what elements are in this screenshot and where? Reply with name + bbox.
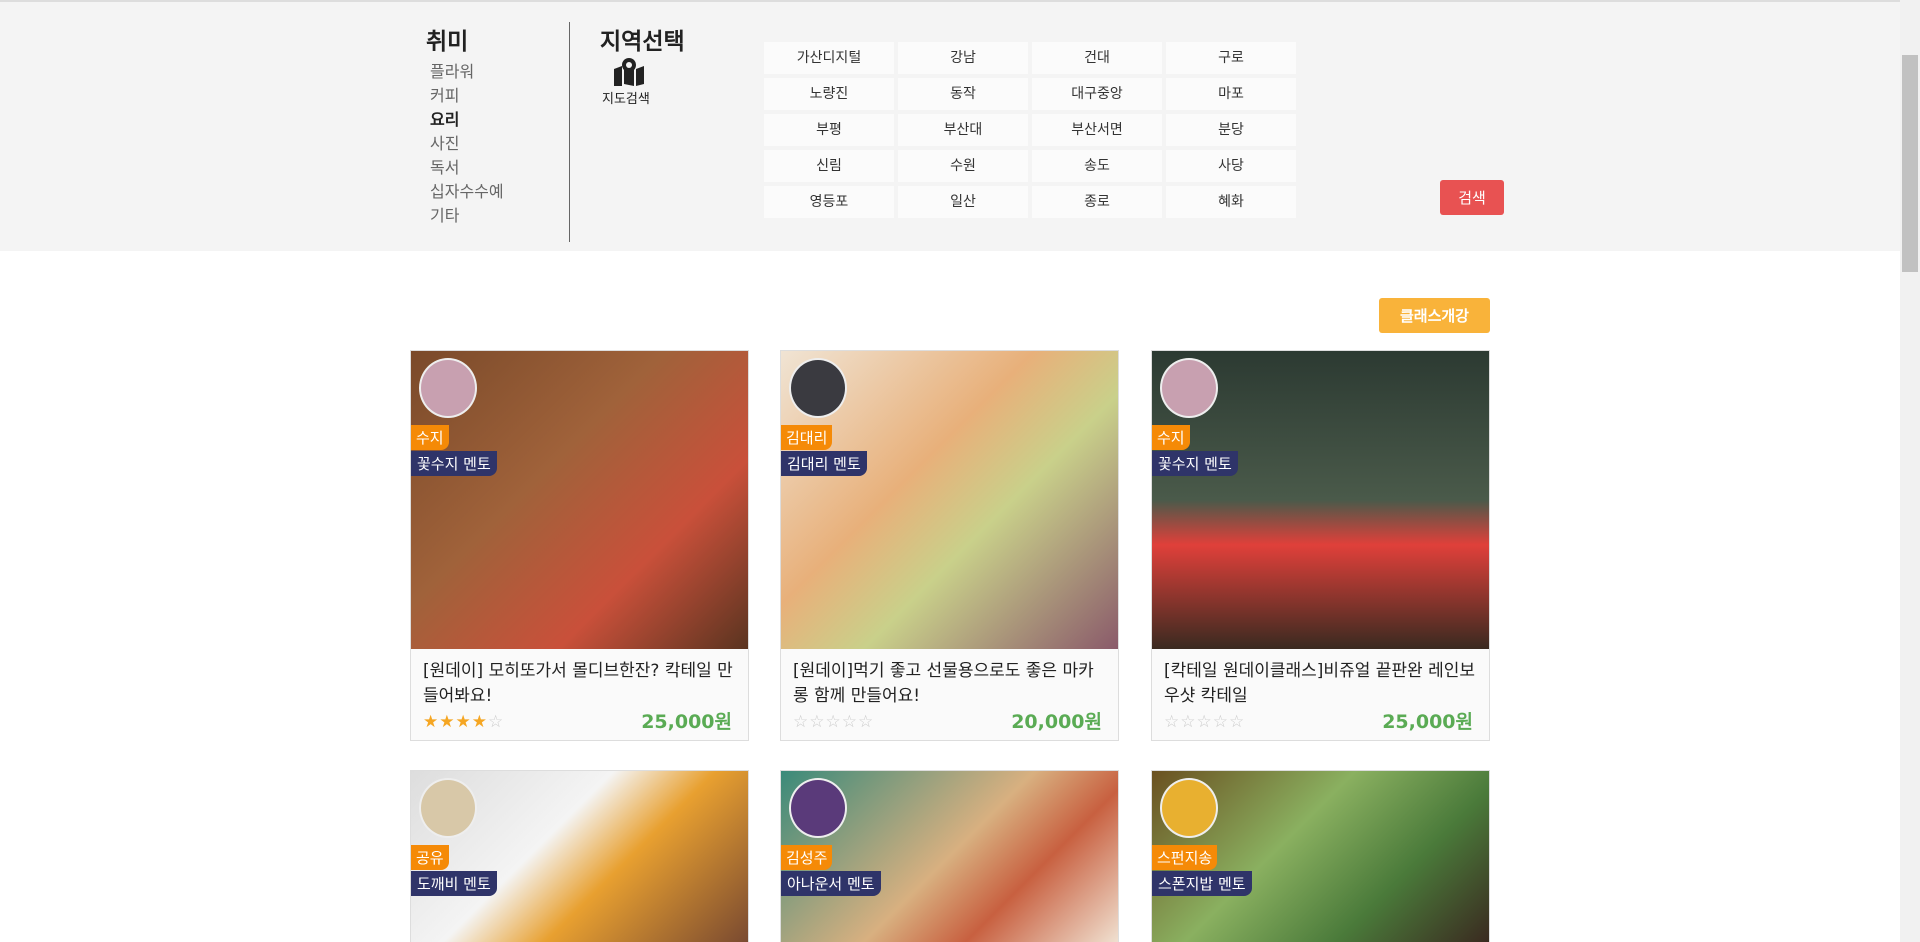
hobby-item[interactable]: 플라워 (430, 60, 550, 84)
open-class-button[interactable]: 클래스개강 (1379, 298, 1490, 333)
map-pin-icon[interactable] (612, 57, 646, 87)
star-icon: ☆ (1196, 712, 1213, 732)
class-image: 김성주 아나운서 멘토 (781, 771, 1118, 942)
region-option[interactable]: 동작 (898, 78, 1028, 110)
search-button[interactable]: 검색 (1440, 180, 1504, 215)
region-option[interactable]: 신림 (764, 150, 894, 182)
region-option[interactable]: 부평 (764, 114, 894, 146)
hobby-list: 플라워 커피 요리 사진 독서 십자수수예 기타 (430, 60, 550, 228)
region-option[interactable]: 종로 (1032, 186, 1162, 218)
region-option[interactable]: 구로 (1166, 42, 1296, 74)
region-option[interactable]: 영등포 (764, 186, 894, 218)
mentor-avatar (789, 358, 847, 418)
rating-stars: ☆☆☆☆☆ (1164, 712, 1245, 732)
star-icon: ☆ (841, 712, 858, 732)
region-option[interactable]: 노량진 (764, 78, 894, 110)
class-card[interactable]: 수지 꽃수지 멘토 [원데이] 모히또가서 몰디브한잔? 칵테일 만들어봐요! ★… (410, 350, 749, 741)
divider (569, 22, 570, 242)
map-search-link[interactable]: 지도검색 (602, 88, 650, 107)
mentor-name-badge: 공유 (411, 845, 449, 870)
class-price: 20,000원 (1011, 711, 1102, 733)
region-option[interactable]: 마포 (1166, 78, 1296, 110)
mentor-name-badge: 수지 (1152, 425, 1190, 450)
rating-stars: ☆☆☆☆☆ (793, 712, 874, 732)
mentor-title-badge: 김대리 멘토 (781, 451, 867, 476)
class-card[interactable]: 김대리 김대리 멘토 [원데이]먹기 좋고 선물용으로도 좋은 마카롱 함께 만들… (780, 350, 1119, 741)
class-image: 수지 꽃수지 멘토 (1152, 351, 1489, 649)
class-card[interactable]: 수지 꽃수지 멘토 [칵테일 원데이클래스]비쥬얼 끝판완 레인보우샷 칵테일 ☆… (1151, 350, 1490, 741)
star-icon: ☆ (1229, 712, 1246, 732)
class-title: [원데이] 모히또가서 몰디브한잔? 칵테일 만들어봐요! (423, 661, 733, 706)
class-image: 스펀지송 스폰지밥 멘토 (1152, 771, 1489, 942)
hobby-item[interactable]: 사진 (430, 132, 550, 156)
hobby-item[interactable]: 십자수수예 (430, 180, 550, 204)
hobby-item[interactable]: 기타 (430, 204, 550, 228)
star-icon: ★ (439, 712, 456, 732)
mentor-avatar (419, 358, 477, 418)
filter-panel: 취미 플라워 커피 요리 사진 독서 십자수수예 기타 지역선택 지도검색 가산디지털 강남 건… (0, 2, 1900, 251)
star-icon: ★ (423, 712, 440, 732)
star-icon: ☆ (858, 712, 875, 732)
star-icon: ☆ (1180, 712, 1197, 732)
mentor-avatar (1160, 778, 1218, 838)
star-icon: ☆ (1212, 712, 1229, 732)
region-option[interactable]: 혜화 (1166, 186, 1296, 218)
region-option[interactable]: 가산디지털 (764, 42, 894, 74)
class-price: 25,000원 (641, 711, 732, 733)
star-icon: ★ (471, 712, 488, 732)
mentor-name-badge: 김성주 (781, 845, 833, 870)
mentor-avatar (419, 778, 477, 838)
star-icon: ★ (455, 712, 472, 732)
mentor-name-badge: 김대리 (781, 425, 833, 450)
class-price: 25,000원 (1382, 711, 1473, 733)
class-card[interactable]: 공유 도깨비 멘토 (410, 770, 749, 942)
star-icon: ☆ (1164, 712, 1181, 732)
class-image: 공유 도깨비 멘토 (411, 771, 748, 942)
region-option[interactable]: 건대 (1032, 42, 1162, 74)
mentor-name-badge: 스펀지송 (1152, 845, 1218, 870)
region-option[interactable]: 부산대 (898, 114, 1028, 146)
mentor-title-badge: 꽃수지 멘토 (1152, 451, 1238, 476)
mentor-avatar (789, 778, 847, 838)
region-option[interactable]: 대구중앙 (1032, 78, 1162, 110)
mentor-title-badge: 아나운서 멘토 (781, 871, 881, 896)
class-title: [칵테일 원데이클래스]비쥬얼 끝판완 레인보우샷 칵테일 (1164, 661, 1475, 706)
mentor-title-badge: 스폰지밥 멘토 (1152, 871, 1252, 896)
region-option[interactable]: 수원 (898, 150, 1028, 182)
mentor-name-badge: 수지 (411, 425, 449, 450)
hobby-item[interactable]: 요리 (430, 108, 550, 132)
region-option[interactable]: 부산서면 (1032, 114, 1162, 146)
star-icon: ☆ (809, 712, 826, 732)
hobby-item[interactable]: 독서 (430, 156, 550, 180)
mentor-avatar (1160, 358, 1218, 418)
hobby-item[interactable]: 커피 (430, 84, 550, 108)
rating-stars: ★★★★☆ (423, 712, 504, 732)
region-option[interactable]: 송도 (1032, 150, 1162, 182)
mentor-title-badge: 도깨비 멘토 (411, 871, 497, 896)
class-title: [원데이]먹기 좋고 선물용으로도 좋은 마카롱 함께 만들어요! (793, 661, 1094, 706)
class-card[interactable]: 스펀지송 스폰지밥 멘토 (1151, 770, 1490, 942)
hobby-title: 취미 (426, 29, 469, 55)
star-icon: ☆ (793, 712, 810, 732)
region-grid: 가산디지털 강남 건대 구로노량진 동작 대구중앙 마포부평 부산대 부산서면 분당신림 수원 송도 사… (764, 42, 1296, 218)
class-image: 김대리 김대리 멘토 (781, 351, 1118, 649)
star-icon: ☆ (825, 712, 842, 732)
region-option[interactable]: 사당 (1166, 150, 1296, 182)
region-option[interactable]: 강남 (898, 42, 1028, 74)
class-image: 수지 꽃수지 멘토 (411, 351, 748, 649)
class-card[interactable]: 김성주 아나운서 멘토 (780, 770, 1119, 942)
scrollbar-thumb[interactable] (1902, 55, 1918, 272)
star-icon: ☆ (488, 712, 505, 732)
region-option[interactable]: 분당 (1166, 114, 1296, 146)
region-title: 지역선택 (600, 29, 685, 55)
region-option[interactable]: 일산 (898, 186, 1028, 218)
mentor-title-badge: 꽃수지 멘토 (411, 451, 497, 476)
